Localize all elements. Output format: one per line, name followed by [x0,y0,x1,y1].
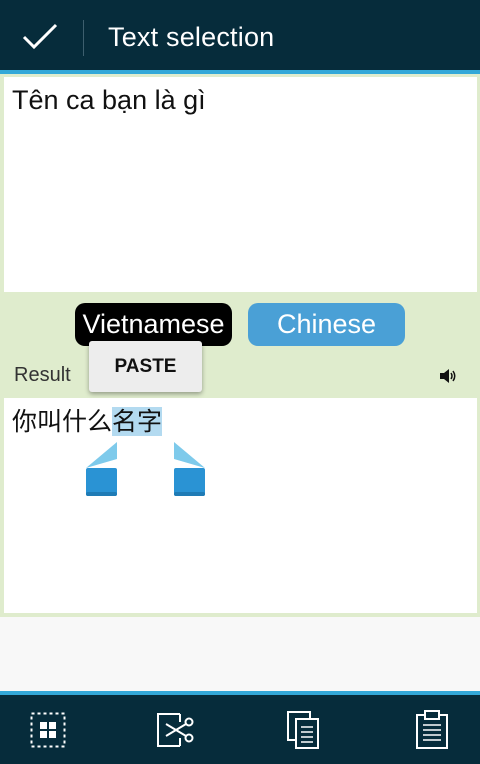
copy-icon [287,710,319,749]
empty-area [0,617,480,691]
result-text-selection[interactable]: 名字 [112,407,163,436]
select-all-button[interactable] [0,695,96,764]
bottom-toolbar [0,691,480,764]
target-language-button[interactable]: Chinese [248,303,405,346]
paste-toolbar-button[interactable] [384,695,480,764]
result-text-area[interactable]: 你叫什么名字 [4,398,477,613]
check-icon [22,23,58,50]
selection-end-handle[interactable] [172,442,205,498]
speaker-button[interactable] [438,366,458,386]
result-label: Result [14,364,71,386]
done-button[interactable] [0,0,80,74]
speaker-icon [440,369,456,383]
action-bar: Text selection [0,0,480,74]
action-bar-divider [83,20,84,56]
copy-button[interactable] [256,695,352,764]
cut-button[interactable] [128,695,224,764]
cut-icon [157,712,194,747]
result-text[interactable]: 你叫什么名字 [12,406,163,438]
paste-button[interactable]: PASTE [89,341,202,392]
paste-icon [416,709,448,749]
result-text-plain: 你叫什么 [12,407,113,436]
action-bar-stripe [0,70,480,74]
source-language-button[interactable]: Vietnamese [75,303,232,346]
source-text-input[interactable]: Tên ca bạn là gì [4,77,477,292]
select-all-icon [30,712,66,747]
action-bar-title: Text selection [108,22,275,52]
selection-start-handle[interactable] [86,442,119,498]
